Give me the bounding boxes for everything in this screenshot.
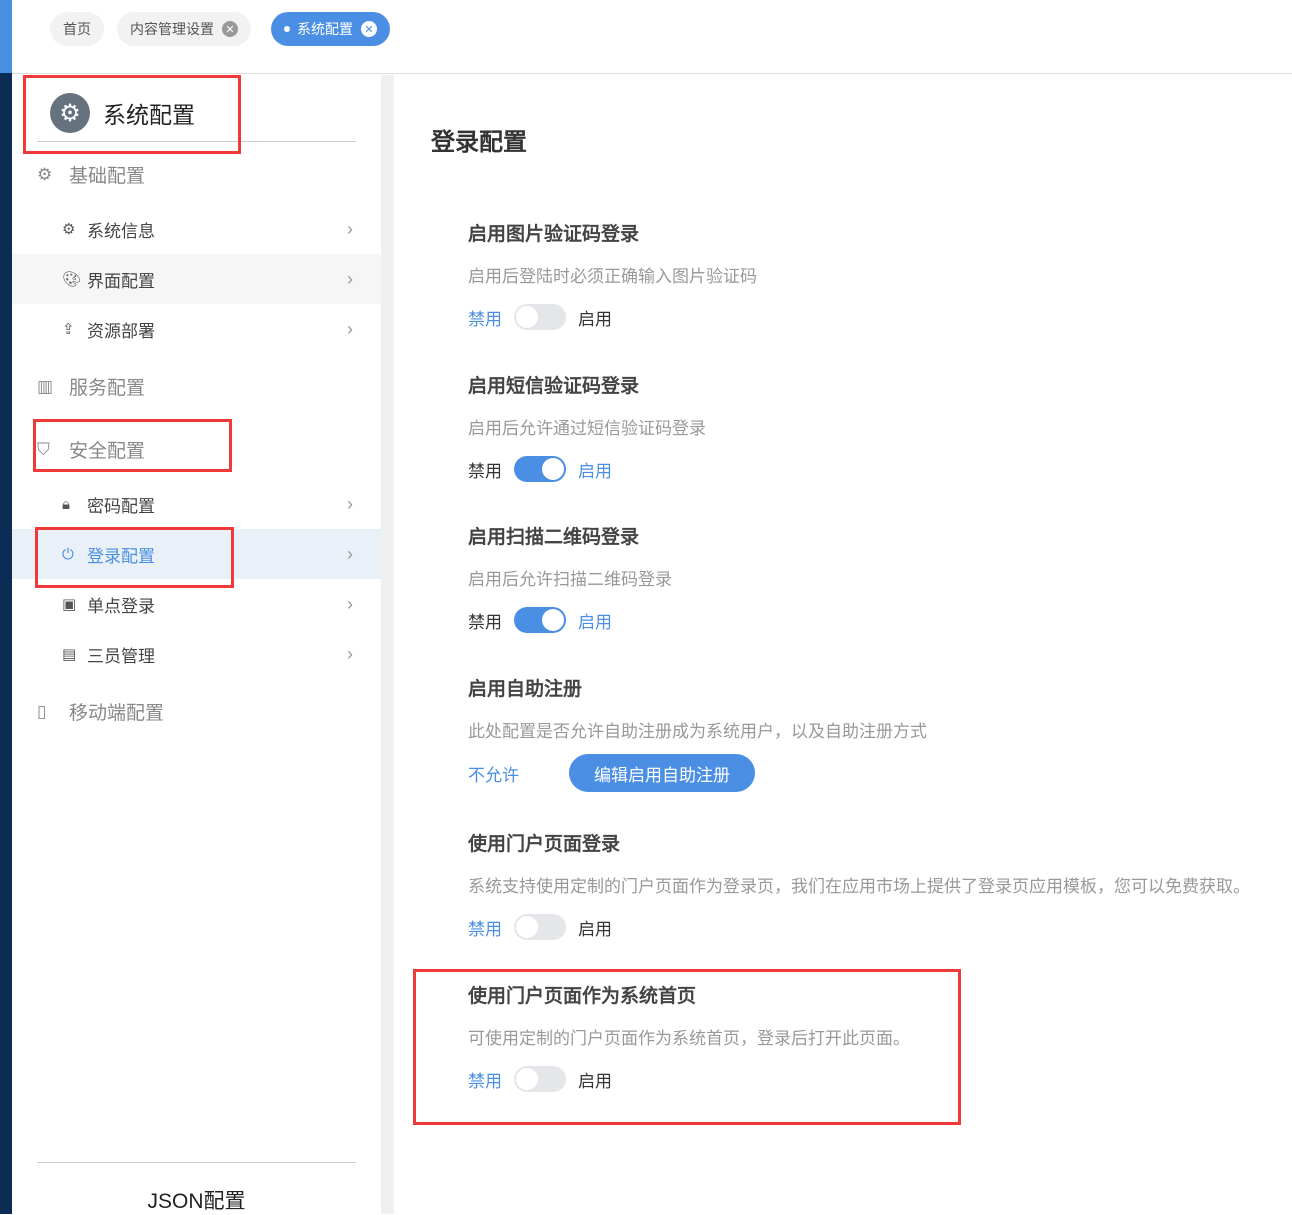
setting-desc: 启用后允许扫描二维码登录 [468,570,672,589]
on-label: 启用 [578,309,612,329]
sidebar-item-ui-config[interactable]: 🎨︎ 界面配置 › [12,254,381,304]
tab-label: 首页 [63,21,91,37]
tab-bar: 首页 内容管理设置 ✕ 系统配置 ✕ [12,0,1292,74]
chevron-right-icon: › [347,268,353,289]
upload-icon: ⇪ [62,321,75,338]
active-dot-icon [284,26,290,32]
register-status: 不允许 [468,765,519,785]
edit-self-register-button[interactable]: 编辑启用自助注册 [569,754,755,792]
off-label: 禁用 [468,461,502,481]
setting-title: 使用门户页面登录 [468,834,621,855]
gear-icon: ⚙ [37,164,53,184]
toggle-switch[interactable] [514,456,566,482]
chevron-right-icon: › [347,643,353,664]
sidebar-item-resource-deploy[interactable]: ⇪ 资源部署 › [12,304,381,354]
off-label: 禁用 [468,919,502,939]
group-label: 基础配置 [69,166,146,187]
json-config-link[interactable]: JSON配置 [12,1185,381,1215]
close-icon[interactable]: ✕ [222,21,238,37]
item-label: 单点登录 [87,596,155,616]
setting-desc: 启用后登陆时必须正确输入图片验证码 [468,267,757,286]
setting-sms-captcha: 启用短信验证码登录 启用后允许通过短信验证码登录 禁用 启用 [468,371,706,482]
page-title: 登录配置 [431,129,527,156]
tab-home[interactable]: 首页 [50,12,104,46]
tab-label: 内容管理设置 [130,21,214,37]
setting-desc: 系统支持使用定制的门户页面作为登录页，我们在应用市场上提供了登录页应用模板，您可… [468,877,1250,896]
setting-title: 启用扫描二维码登录 [468,527,640,548]
on-label: 启用 [578,919,612,939]
on-label: 启用 [578,612,612,632]
group-label: 移动端配置 [69,703,165,724]
group-label: 服务配置 [69,378,146,399]
contact-card-icon: ▣ [62,596,77,613]
chevron-right-icon: › [347,593,353,614]
document-icon: ▤ [62,646,77,663]
setting-qrcode: 启用扫描二维码登录 启用后允许扫描二维码登录 禁用 启用 [468,522,672,633]
palette-icon: 🎨︎ [62,271,82,288]
item-label: 系统信息 [87,221,155,241]
toggle-switch[interactable] [514,304,566,330]
item-label: 密码配置 [87,496,155,516]
setting-self-register: 启用自助注册 此处配置是否允许自助注册成为系统用户，以及自助注册方式 不允许 编辑… [468,674,927,792]
chevron-right-icon: › [347,218,353,239]
off-label: 禁用 [468,309,502,329]
toggle-switch[interactable] [514,914,566,940]
app-left-rail [0,0,12,1214]
sidebar: ⚙ 系统配置 ⚙ 基础配置 ⚙ 系统信息 › 🎨︎ 界面配置 › ⇪ 资源部署 › ▥ 服务配置 … [12,75,381,1214]
panel-gap [381,75,394,1214]
close-icon[interactable]: ✕ [361,21,377,37]
tab-label: 系统配置 [297,21,353,37]
item-label: 资源部署 [87,321,155,341]
toggle-switch[interactable] [514,607,566,633]
sidebar-item-password[interactable]: 🔒︎ 密码配置 › [12,479,381,529]
item-label: 界面配置 [87,271,155,291]
item-label: 三员管理 [87,646,155,666]
annotation-box [23,75,241,154]
lock-icon: 🔒︎ [62,495,70,513]
setting-portal-login: 使用门户页面登录 系统支持使用定制的门户页面作为登录页，我们在应用市场上提供了登… [468,829,1250,940]
setting-desc: 此处配置是否允许自助注册成为系统用户，以及自助注册方式 [468,722,927,741]
sidebar-item-three-admins[interactable]: ▤ 三员管理 › [12,629,381,679]
mobile-icon: ▯ [37,701,47,721]
tab-system-config[interactable]: 系统配置 ✕ [271,12,390,46]
tab-content-settings[interactable]: 内容管理设置 ✕ [117,12,251,46]
group-basic: ⚙ 基础配置 [37,161,145,188]
setting-image-captcha: 启用图片验证码登录 启用后登陆时必须正确输入图片验证码 禁用 启用 [468,219,757,330]
off-label: 禁用 [468,612,502,632]
on-label: 启用 [578,461,612,481]
server-icon: ▥ [37,376,54,396]
group-mobile[interactable]: ▯ 移动端配置 [37,698,164,725]
chevron-right-icon: › [347,543,353,564]
chevron-right-icon: › [347,318,353,339]
annotation-box [413,969,961,1125]
setting-title: 启用图片验证码登录 [468,224,640,245]
sidebar-item-system-info[interactable]: ⚙ 系统信息 › [12,204,381,254]
divider [37,1162,356,1163]
annotation-box [33,419,232,472]
gear-icon: ⚙ [62,221,76,238]
annotation-box [35,527,234,588]
group-service[interactable]: ▥ 服务配置 [37,373,145,400]
setting-title: 启用短信验证码登录 [468,376,640,397]
setting-title: 启用自助注册 [468,679,583,700]
chevron-right-icon: › [347,493,353,514]
setting-desc: 启用后允许通过短信验证码登录 [468,419,706,438]
